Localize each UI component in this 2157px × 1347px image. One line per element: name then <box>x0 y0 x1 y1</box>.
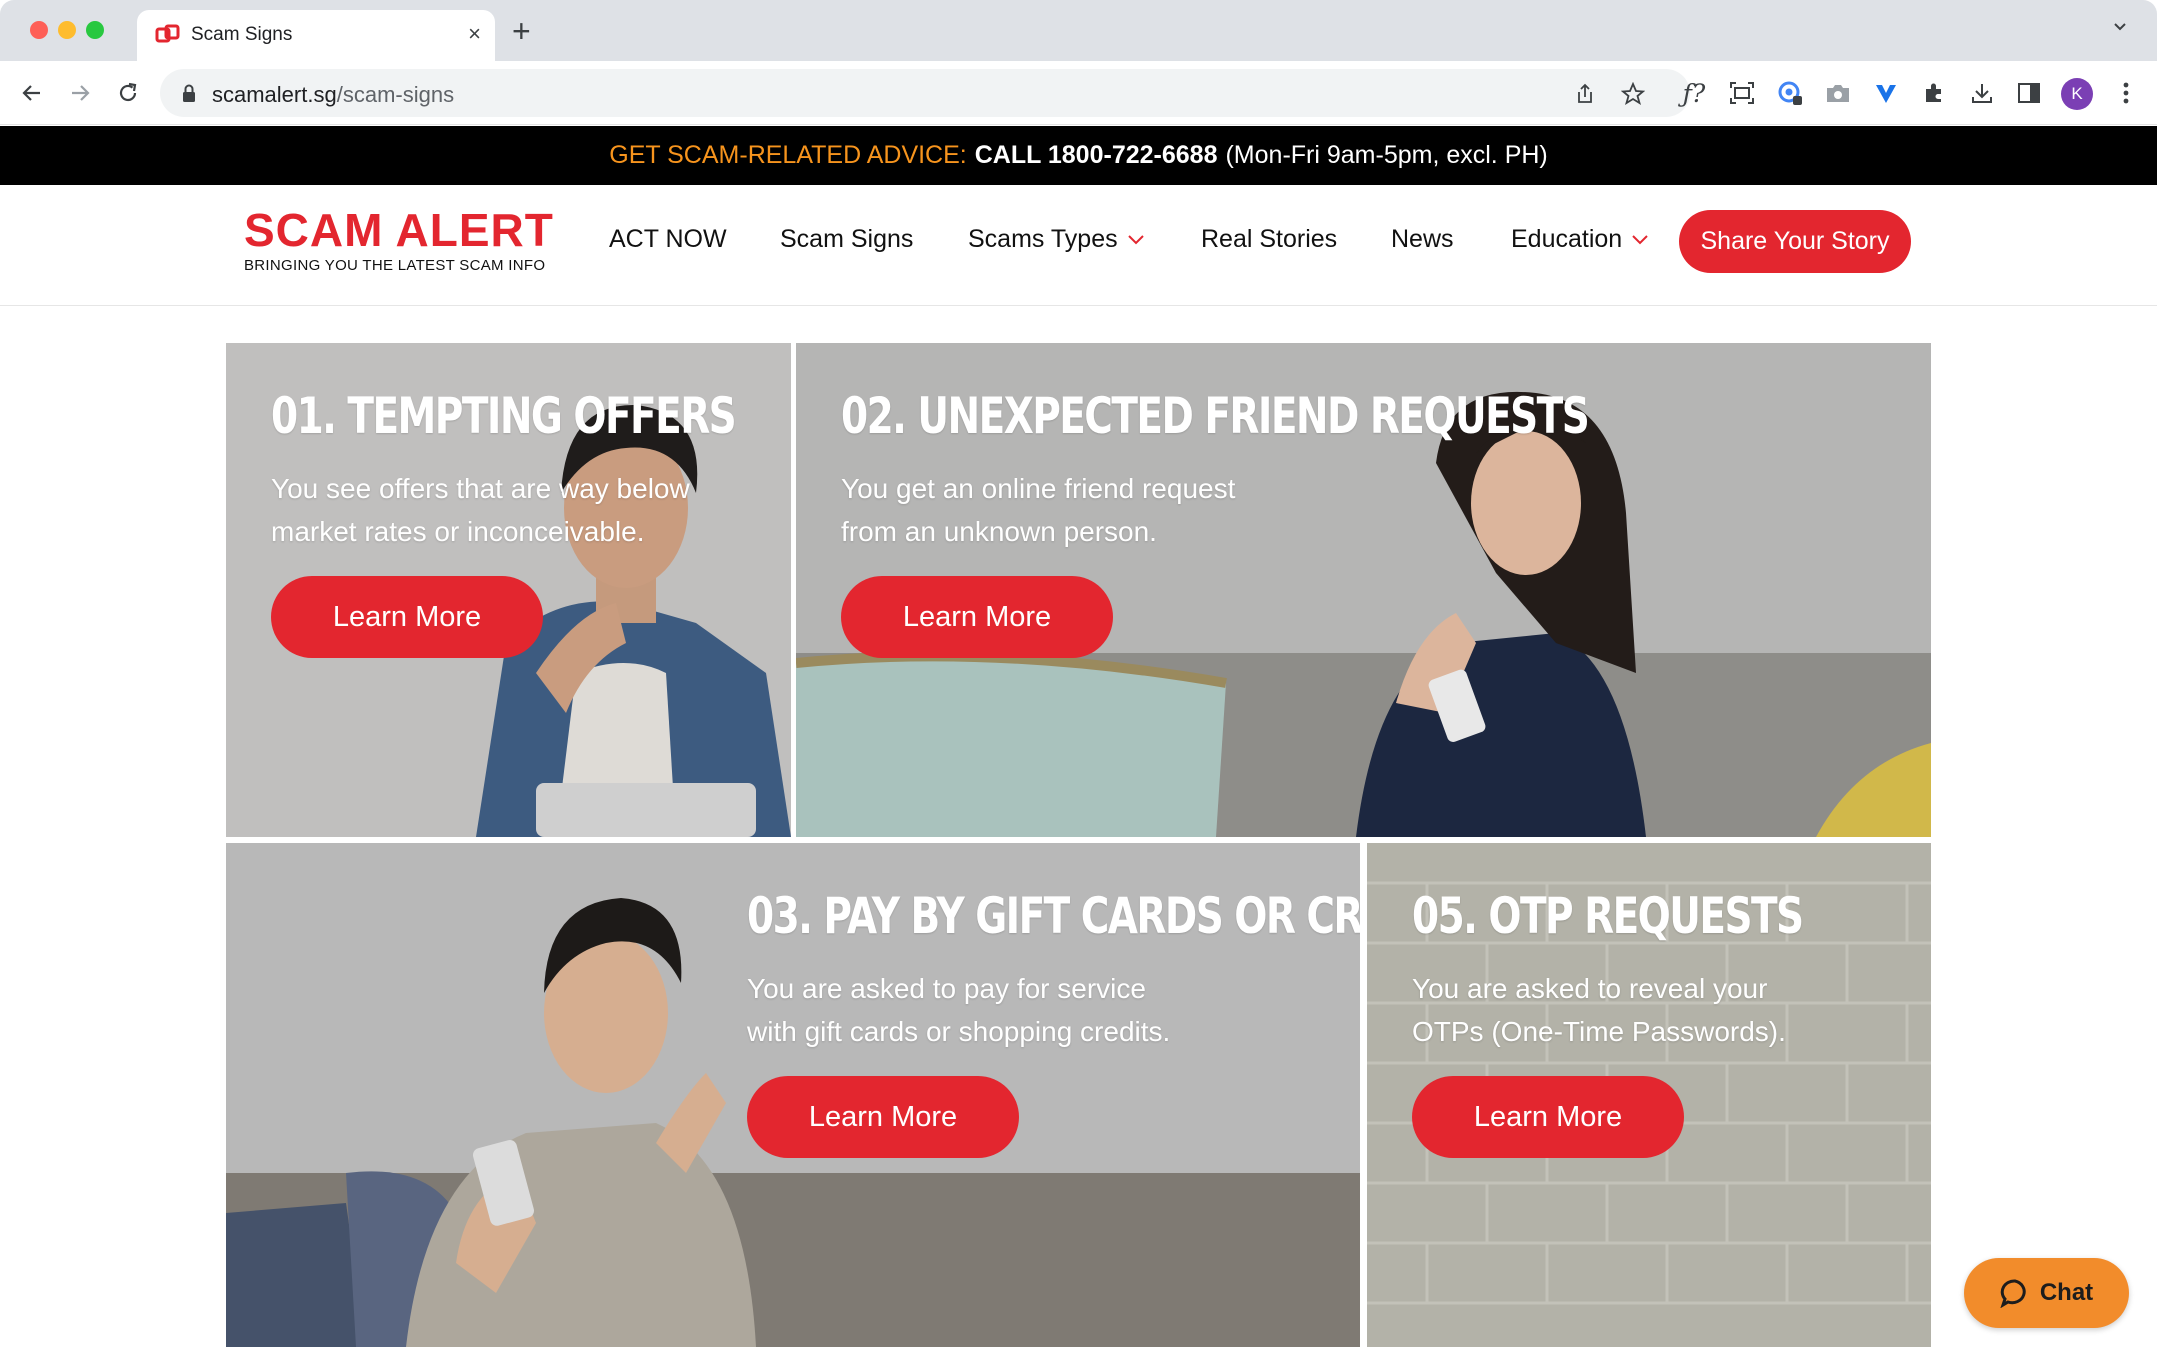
google-lens-icon[interactable] <box>1774 77 1806 109</box>
chevron-down-icon <box>1127 234 1144 244</box>
forward-button[interactable] <box>62 75 98 111</box>
scam-sign-card-gift-cards: 03. PAY BY GIFT CARDS OR CREDIT You are … <box>226 843 1360 1347</box>
screenshot-icon[interactable] <box>1726 77 1758 109</box>
logo-tagline: BRINGING YOU THE LATEST SCAM INFO <box>244 257 546 274</box>
back-button[interactable] <box>14 75 50 111</box>
logo-title: SCAM ALERT <box>244 204 554 256</box>
url-domain: scamalert.sg <box>212 82 337 107</box>
scam-sign-card-tempting-offers: 01. TEMPTING OFFERS You see offers that … <box>226 343 791 837</box>
card-description-line: You get an online friend request <box>841 473 1236 504</box>
hotline-hours: (Mon-Fri 9am-5pm, excl. PH) <box>1225 141 1548 169</box>
chat-bubble-icon <box>2000 1279 2026 1308</box>
address-bar[interactable]: scamalert.sg/scam-signs <box>160 69 1690 117</box>
lock-icon <box>183 84 195 102</box>
profile-avatar[interactable]: K <box>2061 78 2093 110</box>
learn-more-button[interactable]: Learn More <box>841 576 1113 658</box>
tab-title: Scam Signs <box>191 24 293 45</box>
reload-button[interactable] <box>110 75 146 111</box>
card-description-line: You see offers that are way below <box>271 473 690 504</box>
chat-button[interactable]: Chat <box>1964 1258 2129 1328</box>
close-window-button[interactable] <box>30 21 48 39</box>
learn-more-button[interactable]: Learn More <box>1412 1076 1684 1158</box>
star-icon[interactable] <box>1620 81 1646 107</box>
learn-more-button[interactable]: Learn More <box>271 576 543 658</box>
card-description-line: OTPs (One-Time Passwords). <box>1412 1016 1786 1047</box>
back-arrow-icon <box>22 85 40 101</box>
menu-icon[interactable] <box>2110 77 2142 109</box>
card-description: You get an online friend request from an… <box>841 467 1235 553</box>
card-description-line: from an unknown person. <box>841 516 1157 547</box>
new-tab-button[interactable]: + <box>512 14 531 48</box>
browser-tab[interactable]: Scam Signs × <box>137 10 495 61</box>
scam-sign-card-friend-requests: 02. UNEXPECTED FRIEND REQUESTS You get a… <box>796 343 1931 837</box>
page-content: GET SCAM-RELATED ADVICE: CALL 1800-722-6… <box>0 126 2157 1347</box>
url-text: scamalert.sg/scam-signs <box>212 82 454 108</box>
advice-label: GET SCAM-RELATED ADVICE: <box>609 141 967 169</box>
nav-scams-types-label: Scams Types <box>968 225 1118 253</box>
vpn-icon[interactable] <box>1870 77 1902 109</box>
nav-news[interactable]: News <box>1391 225 1454 254</box>
share-your-story-button[interactable]: Share Your Story <box>1679 210 1911 273</box>
card-description: You are asked to reveal your OTPs (One-T… <box>1412 967 1786 1053</box>
card-description-line: market rates or inconceivable. <box>271 516 645 547</box>
url-path: /scam-signs <box>336 82 455 107</box>
scam-sign-card-otp-requests: 05. OTP REQUESTS You are asked to reveal… <box>1367 843 1931 1347</box>
chat-label: Chat <box>2039 1279 2094 1306</box>
scamalert-favicon-icon <box>155 24 180 43</box>
forward-arrow-icon <box>72 85 90 101</box>
card-title: 02. UNEXPECTED FRIEND REQUESTS <box>841 387 1590 445</box>
tab-search-chevron-icon[interactable] <box>2113 20 2127 34</box>
tab-strip: Scam Signs × + <box>0 0 2157 61</box>
nav-scams-types[interactable]: Scams Types <box>968 225 1144 254</box>
card-title: 03. PAY BY GIFT CARDS OR CREDIT <box>747 887 1360 945</box>
nav-scam-signs[interactable]: Scam Signs <box>780 225 913 254</box>
nav-education[interactable]: Education <box>1511 225 1648 254</box>
site-logo[interactable]: SCAM ALERT BRINGING YOU THE LATEST SCAM … <box>244 207 554 274</box>
sidebar-icon[interactable] <box>2013 77 2045 109</box>
chevron-down-icon <box>1632 234 1648 244</box>
card-title: 01. TEMPTING OFFERS <box>271 387 737 445</box>
card-description-line: with gift cards or shopping credits. <box>747 1016 1171 1047</box>
nav-act-now[interactable]: ACT NOW <box>609 225 727 254</box>
tab-close-icon[interactable]: × <box>468 20 481 48</box>
card-description: You are asked to pay for service with gi… <box>747 967 1170 1053</box>
nav-real-stories[interactable]: Real Stories <box>1201 225 1337 254</box>
reload-icon <box>119 82 137 102</box>
browser-window: Scam Signs × + scamalert.sg/scam-signs ƒ… <box>0 0 2157 1347</box>
site-header: SCAM ALERT BRINGING YOU THE LATEST SCAM … <box>0 185 2157 306</box>
share-icon[interactable] <box>1572 81 1598 107</box>
camera-icon[interactable] <box>1822 77 1854 109</box>
extensions-icon[interactable] <box>1918 77 1950 109</box>
download-icon[interactable] <box>1966 77 1998 109</box>
nav-education-label: Education <box>1511 225 1623 253</box>
browser-toolbar: scamalert.sg/scam-signs ƒ? K <box>0 61 2157 125</box>
card-description-line: You are asked to reveal your <box>1412 973 1768 1004</box>
card-title: 05. OTP REQUESTS <box>1412 887 1804 945</box>
minimize-window-button[interactable] <box>58 21 76 39</box>
advice-banner: GET SCAM-RELATED ADVICE: CALL 1800-722-6… <box>0 126 2157 185</box>
maximize-window-button[interactable] <box>86 21 104 39</box>
card-description-line: You are asked to pay for service <box>747 973 1146 1004</box>
hotline-link[interactable]: CALL 1800-722-6688 <box>975 141 1218 170</box>
font-checker-icon[interactable]: ƒ? <box>1678 77 1710 109</box>
learn-more-button[interactable]: Learn More <box>747 1076 1019 1158</box>
card-description: You see offers that are way below market… <box>271 467 690 553</box>
